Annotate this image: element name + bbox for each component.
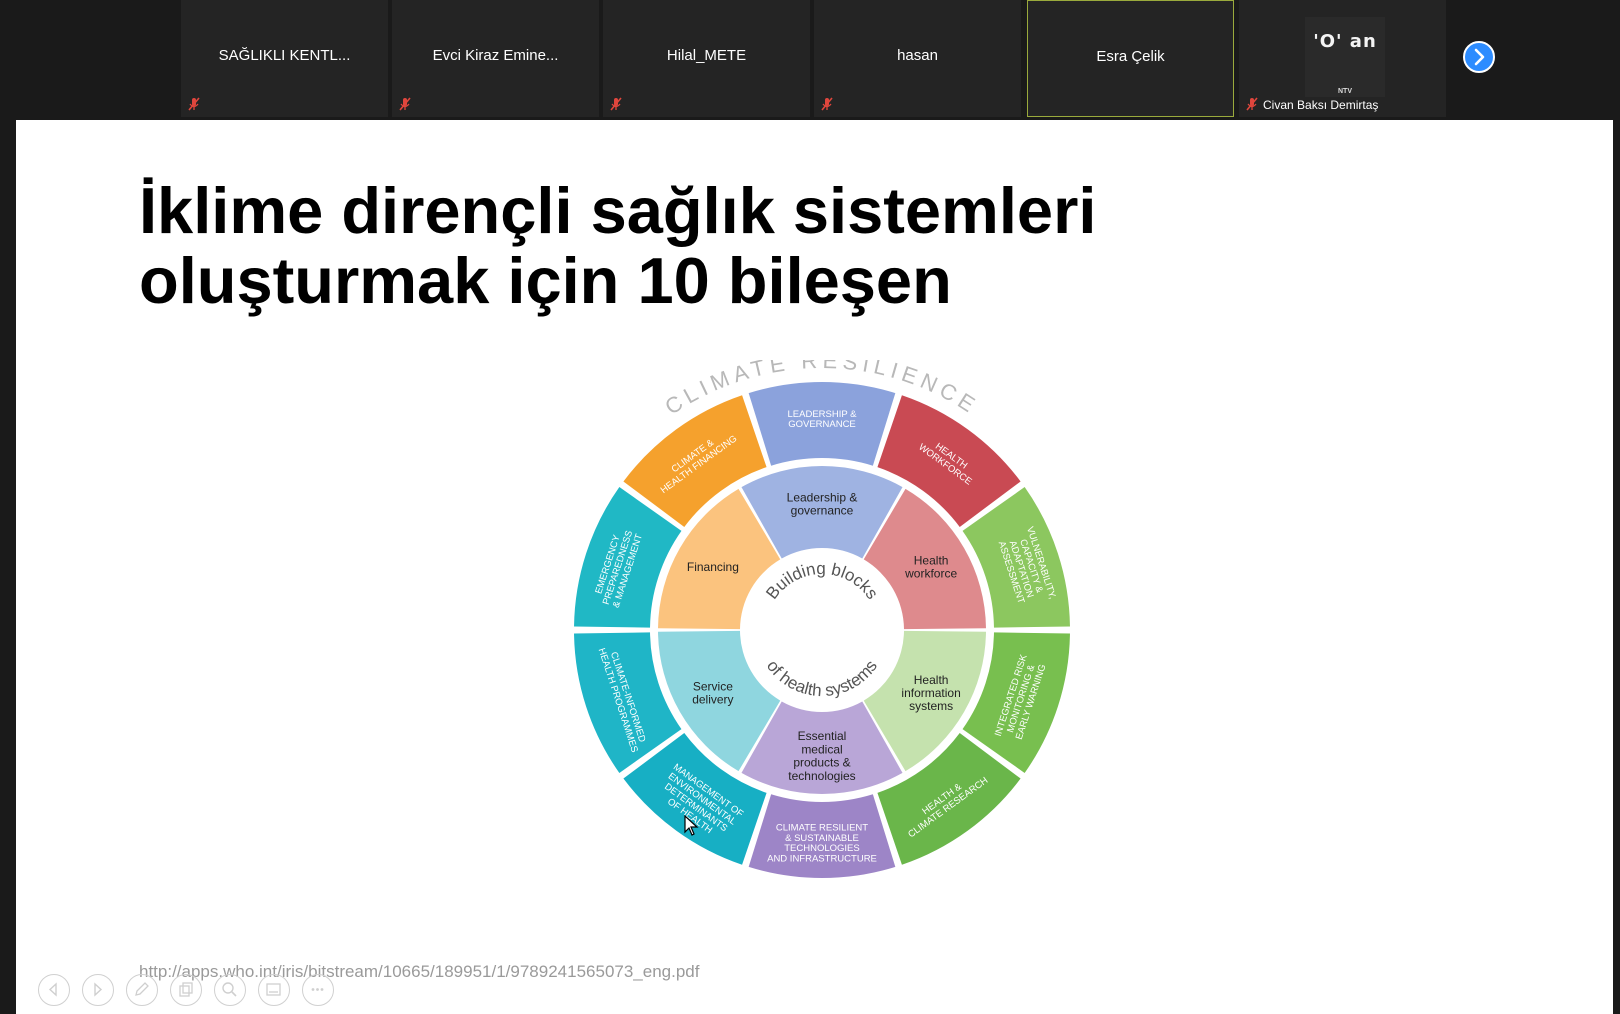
previous-slide-button[interactable] xyxy=(38,974,70,1006)
participant-tile[interactable]: Evci Kiraz Emine... xyxy=(392,0,599,117)
participant-tile-active-speaker[interactable]: Esra Çelik xyxy=(1027,0,1234,117)
previous-slide-icon xyxy=(48,982,57,997)
subtitles-button[interactable] xyxy=(258,974,290,1006)
slide-title: İklime dirençli sağlık sistemleri oluştu… xyxy=(139,176,1239,316)
more-icon xyxy=(311,988,324,991)
slide-title-line: İklime dirençli sağlık sistemleri xyxy=(139,174,1097,247)
zoom-button[interactable] xyxy=(214,974,246,1006)
participant-tile[interactable]: SAĞLIKLI KENTL... xyxy=(181,0,388,117)
participant-video: 'O' an NTV xyxy=(1305,17,1385,97)
participant-strip: SAĞLIKLI KENTL... Evci Kiraz Emine... Hi… xyxy=(0,0,1620,118)
climate-resilience-wheel-diagram: CLIMATE RESILIENCELEADERSHIP & GOVERNANCE… xyxy=(574,360,1070,878)
microphone-muted-icon xyxy=(1246,97,1258,111)
participant-tile[interactable]: Hilal_METE xyxy=(603,0,810,117)
pen-button[interactable] xyxy=(126,974,158,1006)
microphone-muted-icon xyxy=(399,97,411,111)
copy-button[interactable] xyxy=(170,974,202,1006)
more-options-button[interactable] xyxy=(302,974,334,1006)
next-slide-icon xyxy=(94,982,103,997)
inner-segment-label: Leadership & governance xyxy=(787,490,858,517)
microphone-muted-icon xyxy=(610,97,622,111)
microphone-muted-icon xyxy=(188,97,200,111)
participant-name: hasan xyxy=(897,47,938,64)
next-slide-button[interactable] xyxy=(82,974,114,1006)
subtitles-icon xyxy=(266,983,281,996)
zoom-icon xyxy=(222,982,237,997)
outer-segment-label: LEADERSHIP & GOVERNANCE xyxy=(788,409,858,430)
participant-name: Hilal_METE xyxy=(666,47,747,64)
inner-segment-label: Financing xyxy=(687,560,739,574)
copy-icon xyxy=(179,982,193,997)
microphone-muted-icon xyxy=(821,97,833,111)
participant-name: SAĞLIKLI KENTL... xyxy=(218,47,351,64)
pen-icon xyxy=(135,982,149,996)
next-participants-button[interactable] xyxy=(1463,41,1495,73)
participant-name: Civan Baksı Demirtaş xyxy=(1263,98,1379,112)
participant-name: Esra Çelik xyxy=(1096,48,1165,65)
inner-segment-label: Service delivery xyxy=(692,679,733,706)
chevron-right-icon xyxy=(1474,48,1485,66)
participant-tile-video[interactable]: 'O' an NTV Civan Baksı Demirtaş xyxy=(1239,0,1446,117)
shared-slide: İklime dirençli sağlık sistemleri oluştu… xyxy=(16,120,1613,1014)
participant-tile[interactable]: hasan xyxy=(814,0,1021,117)
slide-title-line: oluşturmak için 10 bileşen xyxy=(139,244,952,317)
video-caption: 'O' an xyxy=(1313,31,1377,52)
mouse-cursor-icon xyxy=(684,815,699,836)
inner-segment-label: Essential medical products & technologies xyxy=(788,729,855,783)
channel-logo: NTV xyxy=(1338,88,1352,95)
participant-name: Evci Kiraz Emine... xyxy=(432,47,559,64)
